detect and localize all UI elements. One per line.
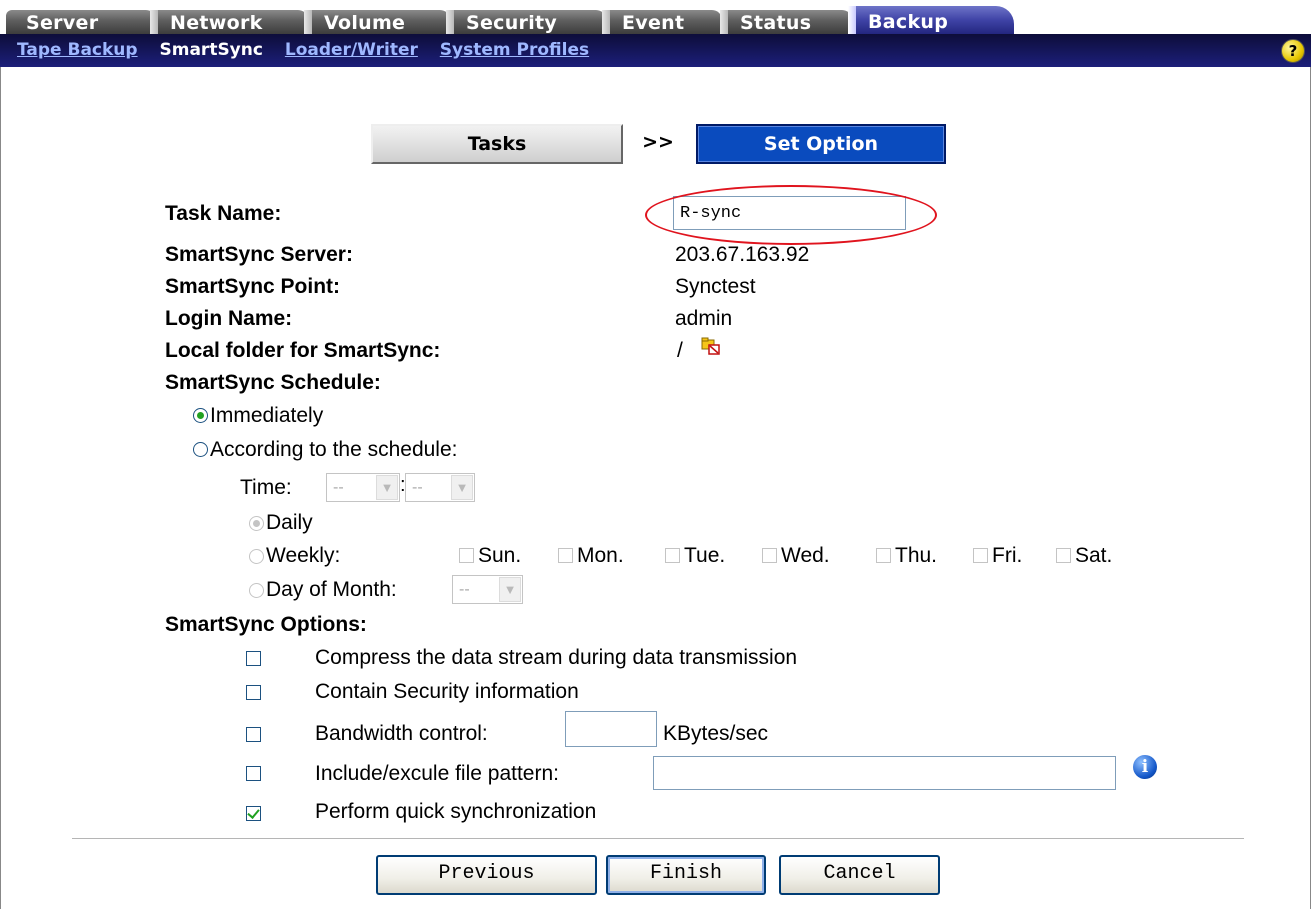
tab-volume[interactable]: Volume <box>304 10 450 34</box>
schedule-according-radio[interactable] <box>193 442 208 457</box>
quick-sync-label: Perform quick synchronization <box>315 800 597 823</box>
options-label: SmartSync Options: <box>165 613 367 636</box>
help-icon[interactable]: ? <box>1281 39 1305 63</box>
chevron-down-icon: ▼ <box>499 577 521 602</box>
main-tabs: Server Network Volume Security Event Sta… <box>0 0 1020 34</box>
time-hour-value: -- <box>333 479 344 496</box>
subnav-loader-writer[interactable]: Loader/Writer <box>285 40 418 60</box>
subnav-tape-backup[interactable]: Tape Backup <box>17 40 138 60</box>
tab-network[interactable]: Network <box>150 10 308 34</box>
schedule-label: SmartSync Schedule: <box>165 371 381 394</box>
tab-security[interactable]: Security <box>446 10 606 34</box>
day-sat-checkbox[interactable] <box>1056 548 1071 563</box>
local-folder-value: / <box>677 339 683 362</box>
day-of-month-radio[interactable] <box>249 583 264 598</box>
smartsync-point-value: Synctest <box>675 275 756 298</box>
previous-button[interactable]: Previous <box>376 855 597 895</box>
day-thu-checkbox[interactable] <box>876 548 891 563</box>
day-wed-checkbox[interactable] <box>762 548 777 563</box>
schedule-immediately-label: Immediately <box>210 404 324 427</box>
tab-event[interactable]: Event <box>602 10 722 34</box>
login-name-label: Login Name: <box>165 307 293 330</box>
day-sun-label: Sun. <box>478 544 522 567</box>
daily-label: Daily <box>266 511 313 534</box>
quick-sync-checkbox[interactable] <box>246 806 261 821</box>
chevron-down-icon: ▼ <box>451 475 473 500</box>
compress-label: Compress the data stream during data tra… <box>315 646 798 669</box>
weekly-radio[interactable] <box>249 549 264 564</box>
top-tab-bar: Server Network Volume Security Event Sta… <box>0 0 1311 34</box>
tab-backup[interactable]: Backup <box>848 6 1014 34</box>
step-tasks[interactable]: Tasks <box>371 124 623 164</box>
chevron-down-icon: ▼ <box>376 475 398 500</box>
day-tue-checkbox[interactable] <box>665 548 680 563</box>
step-arrow: >> <box>642 131 674 153</box>
day-mon-label: Mon. <box>577 544 624 567</box>
day-fri-label: Fri. <box>992 544 1023 567</box>
smartsync-point-label: SmartSync Point: <box>165 275 341 298</box>
time-label: Time: <box>240 476 292 499</box>
time-hour-select[interactable]: -- ▼ <box>326 473 400 502</box>
finish-button[interactable]: Finish <box>606 855 766 895</box>
bandwidth-input[interactable] <box>565 711 657 747</box>
day-tue-label: Tue. <box>684 544 726 567</box>
time-minute-value: -- <box>412 479 423 496</box>
day-thu-label: Thu. <box>895 544 938 567</box>
step-set-option: Set Option <box>696 124 946 164</box>
day-sat-label: Sat. <box>1075 544 1113 567</box>
info-icon[interactable]: i <box>1133 755 1157 779</box>
divider <box>72 838 1244 839</box>
file-pattern-input[interactable] <box>653 756 1116 790</box>
compress-checkbox[interactable] <box>246 651 261 666</box>
bandwidth-unit: KBytes/sec <box>663 722 769 745</box>
day-of-month-label: Day of Month: <box>266 578 397 601</box>
security-checkbox[interactable] <box>246 685 261 700</box>
day-fri-checkbox[interactable] <box>973 548 988 563</box>
time-minute-select[interactable]: -- ▼ <box>405 473 475 502</box>
tab-server[interactable]: Server <box>6 10 156 34</box>
subnav-system-profiles[interactable]: System Profiles <box>440 40 589 60</box>
bandwidth-label: Bandwidth control: <box>315 722 488 745</box>
schedule-according-label: According to the schedule: <box>210 438 458 461</box>
subnav-smartsync[interactable]: SmartSync <box>160 40 263 60</box>
day-mon-checkbox[interactable] <box>558 548 573 563</box>
smartsync-server-value: 203.67.163.92 <box>675 243 810 266</box>
day-of-month-value: -- <box>459 581 470 598</box>
login-name-value: admin <box>675 307 733 330</box>
task-name-input[interactable] <box>673 196 906 230</box>
cancel-button[interactable]: Cancel <box>779 855 940 895</box>
task-name-label: Task Name: <box>165 202 282 225</box>
day-of-month-select[interactable]: -- ▼ <box>452 575 523 604</box>
file-pattern-checkbox[interactable] <box>246 766 261 781</box>
bandwidth-checkbox[interactable] <box>246 727 261 742</box>
day-sun-checkbox[interactable] <box>459 548 474 563</box>
sub-navigation-links: Tape Backup SmartSync Loader/Writer Syst… <box>17 40 605 60</box>
local-folder-label: Local folder for SmartSync: <box>165 339 441 362</box>
file-pattern-label: Include/excule file pattern: <box>315 762 559 785</box>
schedule-immediately-radio[interactable] <box>193 408 208 423</box>
daily-radio[interactable] <box>249 516 264 531</box>
tab-status[interactable]: Status <box>720 10 852 34</box>
smartsync-server-label: SmartSync Server: <box>165 243 353 266</box>
folder-browse-icon[interactable] <box>701 337 721 355</box>
day-wed-label: Wed. <box>781 544 830 567</box>
security-label: Contain Security information <box>315 680 579 703</box>
sub-navigation-bar: Tape Backup SmartSync Loader/Writer Syst… <box>0 34 1311 67</box>
weekly-label: Weekly: <box>266 544 341 567</box>
